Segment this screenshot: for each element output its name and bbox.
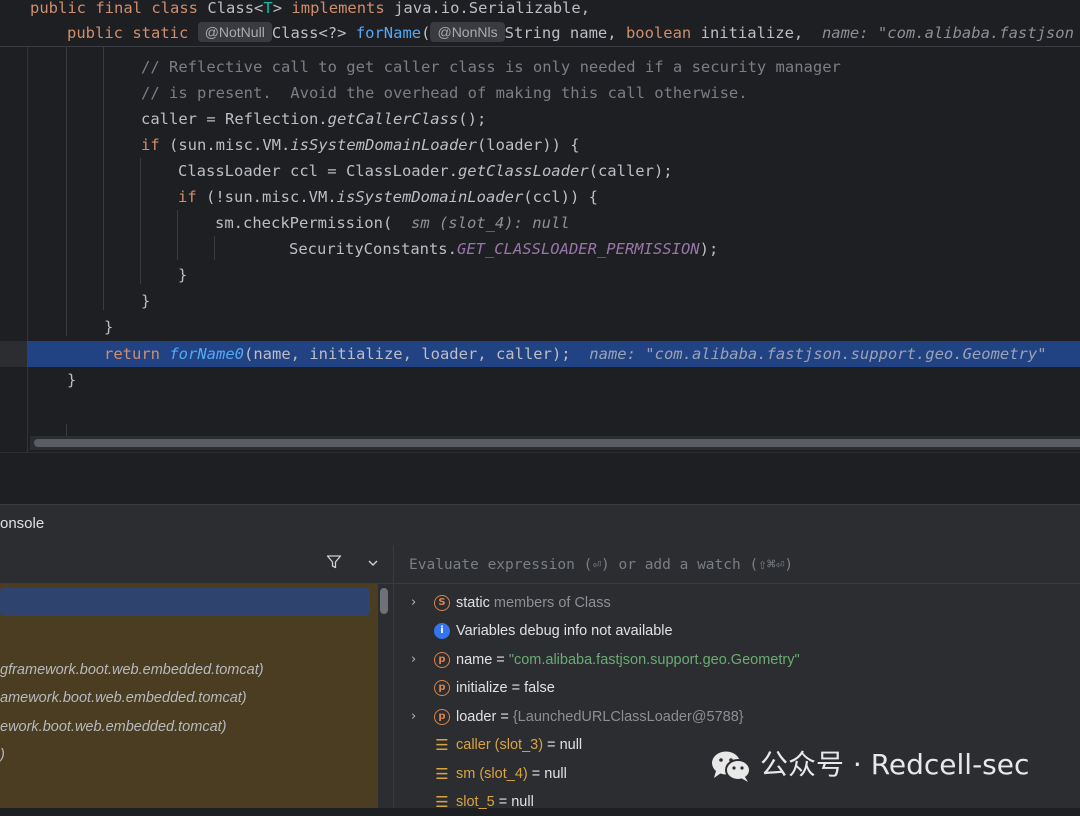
- variable-row-initialize[interactable]: p initialize = false: [394, 674, 1080, 702]
- code-line: }: [178, 266, 188, 284]
- chevron-right-icon[interactable]: ›: [411, 589, 416, 617]
- chevron-right-icon[interactable]: ›: [411, 646, 416, 674]
- variable-row-loader[interactable]: › p loader = {LaunchedURLClassLoader@578…: [394, 703, 1080, 731]
- variable-row-info: i Variables debug info not available: [394, 617, 1080, 645]
- code-line: SecurityConstants.GET_CLASSLOADER_PERMIS…: [289, 240, 719, 258]
- evaluate-expression-input[interactable]: [407, 554, 1071, 576]
- inline-value-hint: sm (slot_4): null: [410, 214, 570, 232]
- method-signature-line: public static @NotNull Class<?> forName(@…: [67, 22, 1074, 42]
- code-line: ClassLoader ccl = ClassLoader.getClassLo…: [178, 162, 673, 180]
- info-icon: i: [434, 623, 450, 639]
- code-line: // Reflective call to get caller class i…: [141, 58, 841, 76]
- panel-separator: [0, 452, 1080, 505]
- variable-row-slot5[interactable]: ☰ slot_5 = null: [394, 788, 1080, 816]
- frame-row[interactable]: amework.boot.web.embedded.tomcat): [0, 684, 378, 712]
- indent-guide: [66, 424, 67, 436]
- frame-row[interactable]: ework.boot.web.embedded.tomcat): [0, 713, 378, 741]
- annotation-nonnls: @NonNls: [430, 22, 505, 42]
- frames-toolbar: [0, 545, 393, 584]
- frame-row[interactable]: gframework.boot.web.embedded.tomcat): [0, 656, 378, 684]
- parameter-icon: p: [434, 709, 450, 725]
- variable-row-name[interactable]: › p name = "com.alibaba.fastjson.support…: [394, 646, 1080, 674]
- parameter-icon: p: [434, 680, 450, 696]
- indent-guide: [103, 46, 104, 310]
- code-line: }: [104, 318, 114, 336]
- code-line: if (sun.misc.VM.isSystemDomainLoader(loa…: [141, 136, 580, 154]
- frame-list[interactable]: gframework.boot.web.embedded.tomcat) ame…: [0, 584, 378, 808]
- static-icon: S: [434, 595, 450, 611]
- frame-row-selected[interactable]: [0, 588, 370, 616]
- current-execution-line[interactable]: return forName0(name, initialize, loader…: [27, 341, 1080, 367]
- inline-value-hint: name: "com.alibaba.fastjson: [821, 24, 1074, 42]
- wechat-watermark: 公众号 · Redcell-sec: [710, 742, 1029, 788]
- local-variable-icon: ☰: [435, 765, 449, 783]
- filter-icon[interactable]: [324, 554, 344, 574]
- code-line: // is present. Avoid the overhead of mak…: [141, 84, 748, 102]
- gutter-divider: [27, 0, 28, 452]
- code-line: caller = Reflection.getCallerClass();: [141, 110, 487, 128]
- code-line: }: [67, 371, 77, 389]
- chevron-down-icon[interactable]: [363, 554, 383, 574]
- debug-tool-window-header: onsole: [0, 504, 1080, 545]
- local-variable-icon: ☰: [435, 736, 449, 754]
- frames-panel: gframework.boot.web.embedded.tomcat) ame…: [0, 545, 394, 808]
- chevron-right-icon[interactable]: ›: [411, 703, 416, 731]
- variable-row-static[interactable]: › S static members of Class: [394, 589, 1080, 617]
- frames-scrollbar-thumb[interactable]: [380, 588, 388, 614]
- indent-guide: [177, 210, 178, 260]
- indent-guide: [214, 236, 215, 260]
- class-declaration-line: public final class Class<T> implements j…: [30, 0, 591, 17]
- indent-guide: [66, 46, 67, 336]
- watermark-text: 公众号 · Redcell-sec: [760, 748, 1030, 781]
- evaluate-bar: [394, 545, 1080, 584]
- current-line-gutter: [0, 341, 27, 367]
- sticky-header: public final class Class<T> implements j…: [0, 0, 1080, 47]
- scrollbar-thumb[interactable]: [34, 439, 1080, 447]
- horizontal-scrollbar[interactable]: [30, 436, 1080, 450]
- code-line: if (!sun.misc.VM.isSystemDomainLoader(cc…: [178, 188, 598, 206]
- code-line: sm.checkPermission( sm (slot_4): null: [215, 214, 570, 232]
- code-editor[interactable]: public final class Class<T> implements j…: [0, 0, 1080, 452]
- parameter-icon: p: [434, 652, 450, 668]
- annotation-notnull: @NotNull: [197, 22, 272, 42]
- inline-value-hint: name: "com.alibaba.fastjson.support.geo.…: [589, 345, 1047, 363]
- tab-console[interactable]: onsole: [0, 515, 44, 532]
- frame-row[interactable]: ): [0, 741, 378, 769]
- wechat-icon: [712, 751, 751, 782]
- code-line: }: [141, 292, 151, 310]
- indent-guide: [140, 158, 141, 284]
